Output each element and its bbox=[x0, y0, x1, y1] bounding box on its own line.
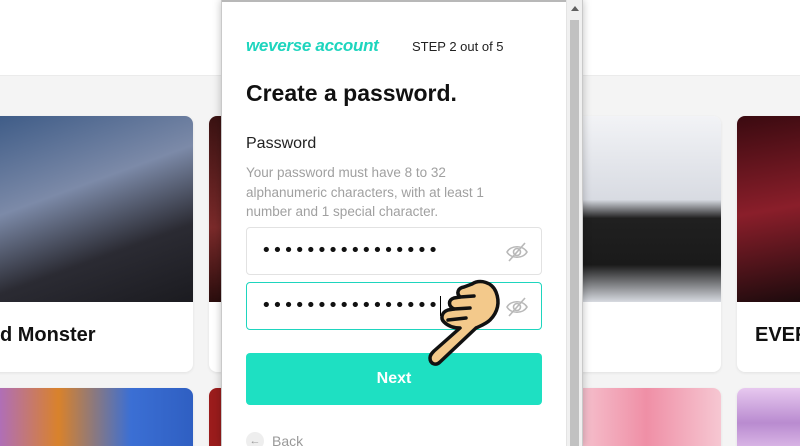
artist-photo bbox=[737, 116, 800, 302]
step-indicator: STEP 2 out of 5 bbox=[412, 39, 504, 54]
arrow-left-icon: ← bbox=[246, 432, 264, 446]
artist-card[interactable] bbox=[572, 388, 721, 446]
artist-card[interactable] bbox=[572, 116, 721, 372]
scroll-up-icon[interactable] bbox=[571, 6, 579, 11]
window-border bbox=[222, 0, 582, 2]
pointing-hand-icon bbox=[428, 279, 500, 366]
scrollbar[interactable] bbox=[566, 0, 582, 446]
weverse-account-logo: weverse account bbox=[246, 36, 379, 55]
password-field[interactable]: •••••••••••••••• bbox=[246, 227, 542, 275]
artist-photo bbox=[0, 116, 193, 302]
artist-photo bbox=[572, 116, 721, 302]
artist-photo bbox=[572, 388, 721, 446]
scrollbar-thumb[interactable] bbox=[570, 20, 579, 446]
signup-modal: weverse account STEP 2 out of 5 Create a… bbox=[221, 0, 583, 446]
artist-name: EVER bbox=[755, 324, 800, 346]
page-title: Create a password. bbox=[246, 80, 457, 106]
back-link[interactable]: ← Back bbox=[246, 432, 303, 446]
artist-name: d Monster bbox=[0, 324, 96, 346]
artist-photo bbox=[737, 388, 800, 446]
artist-card[interactable] bbox=[0, 388, 193, 446]
artist-card[interactable] bbox=[737, 388, 800, 446]
confirm-password-value: •••••••••••••••• bbox=[261, 295, 441, 316]
artist-photo bbox=[0, 388, 193, 446]
artist-card[interactable]: d Monster bbox=[0, 116, 193, 372]
password-label: Password bbox=[246, 135, 317, 152]
back-label: Back bbox=[272, 433, 304, 446]
eye-off-icon[interactable] bbox=[505, 241, 529, 263]
artist-card[interactable]: EVER bbox=[737, 116, 800, 372]
password-hint: Your password must have 8 to 32 alphanum… bbox=[246, 165, 484, 219]
password-value: •••••••••••••••• bbox=[261, 240, 439, 261]
